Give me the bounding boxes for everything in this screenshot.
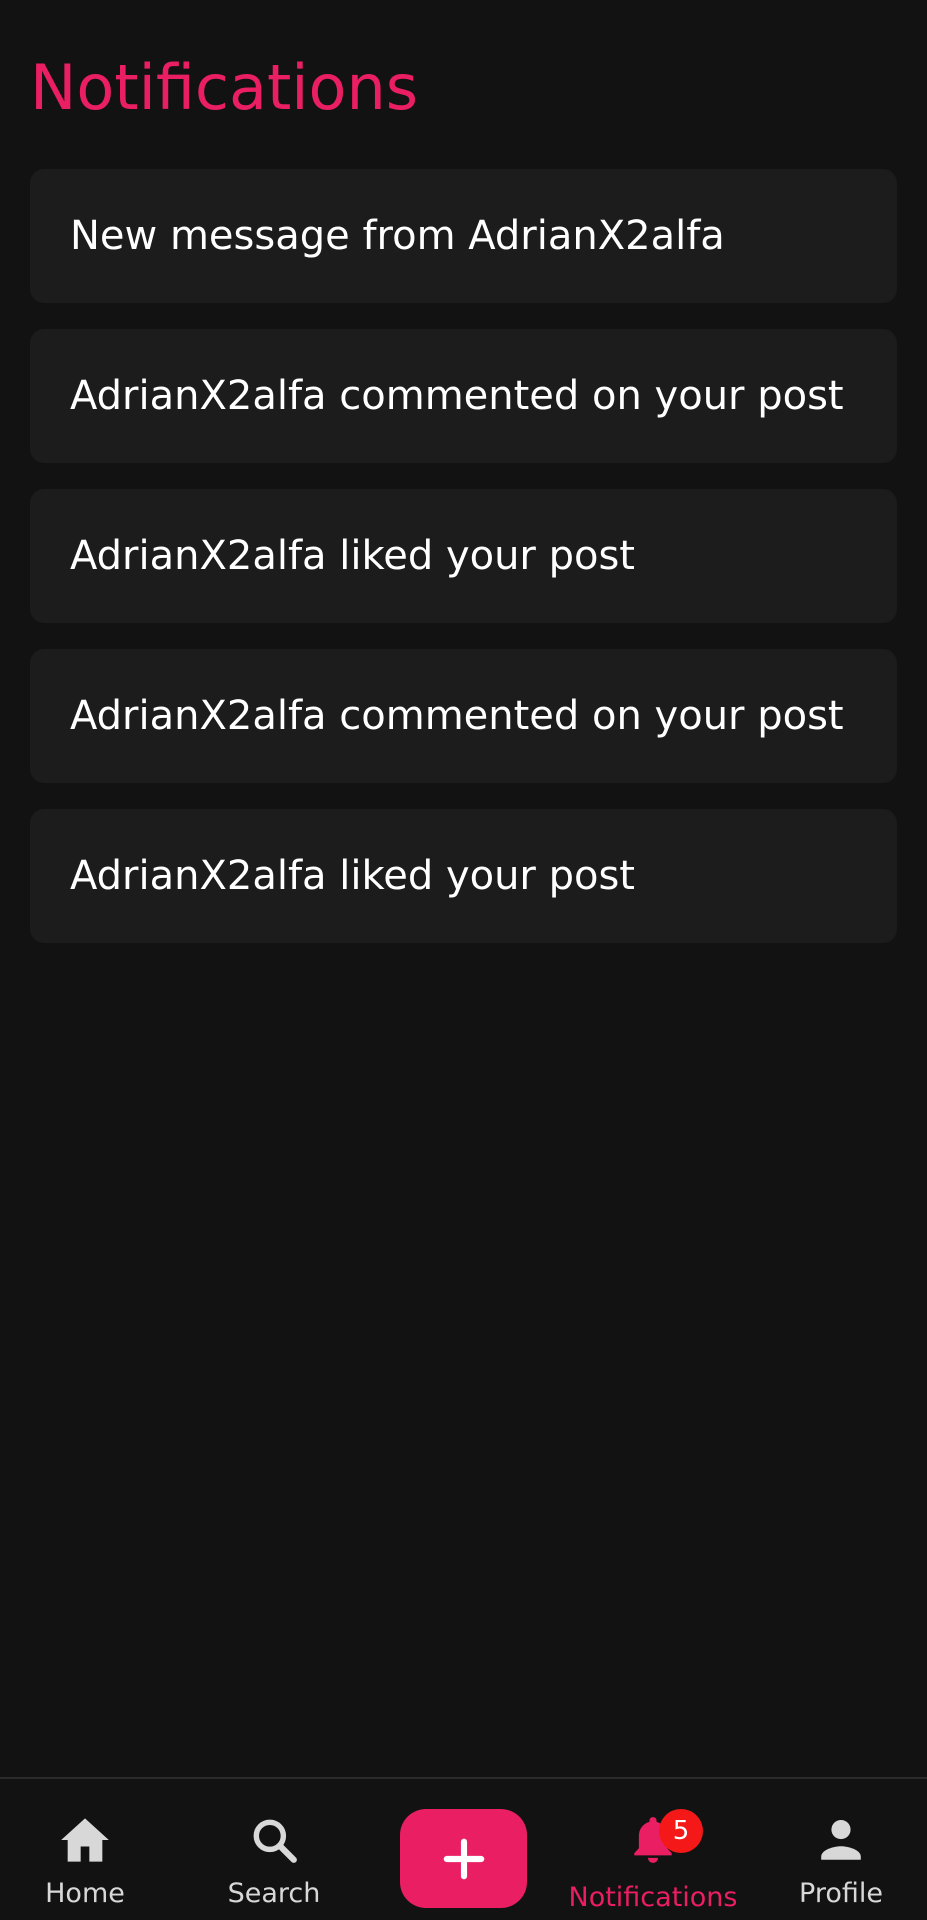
notification-text: AdrianX2alfa commented on your post [70,373,844,419]
notification-item[interactable]: AdrianX2alfa commented on your post [30,649,897,783]
add-post-button[interactable] [400,1809,527,1908]
notification-count-badge: 5 [659,1809,703,1853]
notification-text: AdrianX2alfa liked your post [70,533,635,579]
notification-item[interactable]: New message from AdrianX2alfa [30,169,897,303]
plus-icon [441,1836,487,1882]
notification-text: AdrianX2alfa commented on your post [70,693,844,739]
search-icon [246,1812,302,1868]
bottom-navigation-bar: Home Search Notifications 5 Profile [0,1777,927,1920]
notification-text: New message from AdrianX2alfa [70,213,725,259]
nav-label-profile: Profile [799,1878,883,1909]
notification-item[interactable]: AdrianX2alfa liked your post [30,809,897,943]
person-icon [813,1812,869,1868]
page-title: Notifications [30,51,419,124]
notification-item[interactable]: AdrianX2alfa commented on your post [30,329,897,463]
nav-label-search: Search [227,1878,321,1909]
nav-item-home[interactable]: Home [0,1779,175,1920]
nav-item-notifications[interactable]: Notifications [563,1779,743,1920]
notification-item[interactable]: AdrianX2alfa liked your post [30,489,897,623]
home-icon [57,1812,113,1868]
nav-label-home: Home [45,1878,125,1909]
nav-item-profile[interactable]: Profile [751,1779,927,1920]
nav-item-search[interactable]: Search [184,1779,364,1920]
nav-label-notifications: Notifications [568,1882,738,1913]
notification-list: New message from AdrianX2alfa AdrianX2al… [30,169,897,969]
notifications-screen: Notifications New message from AdrianX2a… [0,0,927,1920]
notification-text: AdrianX2alfa liked your post [70,853,635,899]
